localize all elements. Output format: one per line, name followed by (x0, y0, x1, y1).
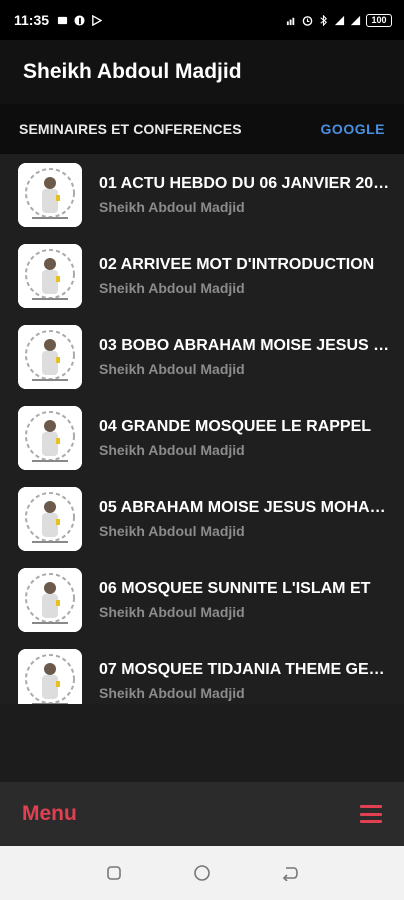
thumbnail (18, 324, 82, 389)
cell-signal-icon (334, 15, 345, 25)
list-item[interactable]: 07 MOSQUEE TIDJANIA THEME GENERAL Sheikh… (0, 640, 404, 704)
list-item[interactable]: 03 BOBO ABRAHAM MOISE JESUS MOHAMED Shei… (0, 316, 404, 397)
home-icon[interactable] (190, 861, 214, 885)
lecture-list: 01 ACTU HEBDO DU 06 JANVIER 2023 Sheikh … (0, 154, 404, 704)
section-bar: SEMINAIRES ET CONFERENCES GOOGLE (0, 104, 404, 154)
item-title: 06 MOSQUEE SUNNITE L'ISLAM ET (99, 579, 371, 597)
bottom-menu-bar: Menu (0, 782, 404, 846)
item-title: 01 ACTU HEBDO DU 06 JANVIER 2023 (99, 174, 390, 192)
sheikh-portrait-icon (18, 243, 82, 308)
thumbnail (18, 405, 82, 470)
system-nav-bar (0, 846, 404, 900)
list-item[interactable]: 06 MOSQUEE SUNNITE L'ISLAM ET Sheikh Abd… (0, 559, 404, 640)
alarm-icon (302, 15, 313, 26)
thumbnail (18, 243, 82, 308)
item-title: 07 MOSQUEE TIDJANIA THEME GENERAL (99, 660, 390, 678)
item-subtitle: Sheikh Abdoul Madjid (99, 441, 245, 458)
item-subtitle: Sheikh Abdoul Madjid (99, 198, 245, 215)
item-subtitle: Sheikh Abdoul Madjid (99, 522, 245, 539)
list-item[interactable]: 01 ACTU HEBDO DU 06 JANVIER 2023 Sheikh … (0, 154, 404, 235)
thumbnail (18, 486, 82, 551)
thumbnail (18, 567, 82, 632)
item-title: 05 ABRAHAM MOISE JESUS MOHAMED (99, 498, 390, 516)
google-link[interactable]: GOOGLE (321, 121, 385, 137)
wifi-icon (350, 15, 361, 25)
item-subtitle: Sheikh Abdoul Madjid (99, 279, 245, 296)
section-title: SEMINAIRES ET CONFERENCES (19, 121, 242, 137)
item-subtitle: Sheikh Abdoul Madjid (99, 360, 245, 377)
play-store-icon (92, 14, 103, 26)
battery-icon: 100 (366, 13, 392, 27)
message-icon (57, 16, 68, 24)
sheikh-portrait-icon (18, 162, 82, 227)
status-bar: 11:35 100 (0, 0, 404, 40)
facebook-icon (74, 14, 85, 26)
sheikh-portrait-icon (18, 567, 82, 632)
list-item[interactable]: 02 ARRIVEE MOT D'INTRODUCTION Sheikh Abd… (0, 235, 404, 316)
app-title: Sheikh Abdoul Madjid (23, 60, 242, 83)
back-icon[interactable] (278, 861, 302, 885)
bluetooth-icon (320, 14, 328, 26)
item-title: 03 BOBO ABRAHAM MOISE JESUS MOHAMED (99, 336, 390, 354)
sheikh-portrait-icon (18, 648, 82, 704)
app-header: Sheikh Abdoul Madjid (0, 40, 404, 104)
system-icons: 100 (286, 13, 392, 27)
item-subtitle: Sheikh Abdoul Madjid (99, 603, 245, 620)
thumbnail (18, 648, 82, 704)
thumbnail (18, 162, 82, 227)
menu-button[interactable]: Menu (22, 802, 77, 826)
recents-icon[interactable] (102, 861, 126, 885)
list-item[interactable]: 05 ABRAHAM MOISE JESUS MOHAMED Sheikh Ab… (0, 478, 404, 559)
item-title: 02 ARRIVEE MOT D'INTRODUCTION (99, 255, 375, 273)
notification-icons (57, 14, 103, 26)
list-item[interactable]: 04 GRANDE MOSQUEE LE RAPPEL Sheikh Abdou… (0, 397, 404, 478)
sheikh-portrait-icon (18, 486, 82, 551)
sheikh-portrait-icon (18, 405, 82, 470)
item-title: 04 GRANDE MOSQUEE LE RAPPEL (99, 417, 372, 435)
hamburger-icon[interactable] (360, 805, 382, 823)
signal-icon (286, 17, 295, 25)
item-subtitle: Sheikh Abdoul Madjid (99, 684, 245, 701)
status-time: 11:35 (14, 12, 50, 28)
empty-area (0, 704, 404, 782)
sheikh-portrait-icon (18, 324, 82, 389)
